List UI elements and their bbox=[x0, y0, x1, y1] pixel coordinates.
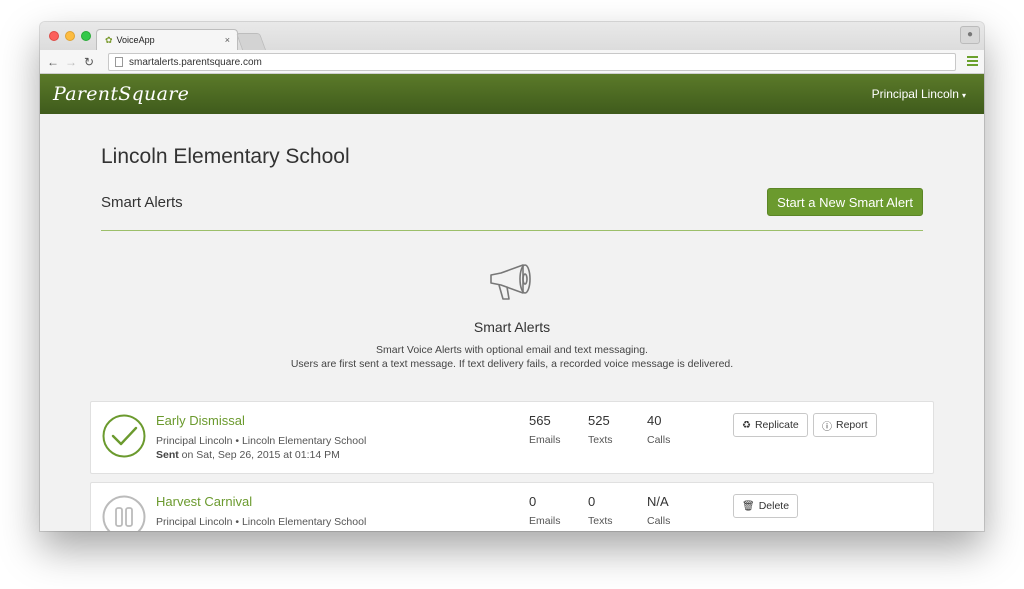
sent-label: Sent bbox=[156, 449, 179, 461]
start-new-smart-alert-button[interactable]: Start a New Smart Alert bbox=[767, 188, 923, 216]
tab-close-icon[interactable]: × bbox=[225, 35, 230, 45]
recycle-icon: ♻ bbox=[742, 419, 751, 431]
page-icon bbox=[115, 57, 123, 67]
reload-icon[interactable]: ↻ bbox=[80, 55, 98, 69]
minimize-window-icon[interactable] bbox=[65, 31, 75, 41]
window-controls bbox=[49, 31, 91, 41]
caret-down-icon: ▾ bbox=[961, 91, 966, 100]
new-tab-button[interactable] bbox=[235, 33, 267, 50]
texts-stat: 0 Texts bbox=[588, 494, 613, 527]
empty-state-description-2: Users are first sent a text message. If … bbox=[290, 358, 734, 370]
pause-circle-icon bbox=[102, 495, 146, 531]
texts-label: Texts bbox=[588, 434, 613, 446]
user-menu[interactable]: Principal Lincoln ▾ bbox=[872, 87, 966, 101]
replicate-label: Replicate bbox=[754, 419, 799, 431]
sent-date: on Sat, Sep 26, 2015 at 01:14 PM bbox=[178, 449, 340, 461]
section-title: Smart Alerts bbox=[101, 194, 183, 211]
favicon-icon: ✿ bbox=[105, 34, 113, 45]
alert-meta: Principal Lincoln • Lincoln Elementary S… bbox=[156, 435, 367, 447]
texts-count: 0 bbox=[588, 494, 596, 509]
browser-tab[interactable]: ✿ VoiceApp × bbox=[96, 29, 238, 50]
forward-icon[interactable]: → bbox=[62, 55, 80, 69]
emails-stat: 565 Emails bbox=[529, 413, 561, 446]
trash-icon: 🗑 bbox=[742, 500, 755, 512]
divider bbox=[101, 230, 923, 231]
main-content: Lincoln Elementary School Smart Alerts S… bbox=[40, 114, 984, 531]
tab-strip: ✿ VoiceApp × ● bbox=[40, 22, 984, 50]
empty-state-description: Smart Voice Alerts with optional email a… bbox=[376, 344, 648, 356]
calls-stat: 40 Calls bbox=[647, 413, 670, 446]
emails-label: Emails bbox=[529, 515, 561, 527]
alert-card: Early Dismissal Principal Lincoln • Linc… bbox=[90, 401, 934, 474]
texts-stat: 525 Texts bbox=[588, 413, 613, 446]
emails-count: 0 bbox=[529, 494, 537, 509]
page-title: Lincoln Elementary School bbox=[101, 145, 350, 168]
texts-count: 525 bbox=[588, 413, 610, 428]
user-name: Principal Lincoln bbox=[871, 87, 959, 101]
parentsquare-logo[interactable]: ParentSquare bbox=[53, 83, 189, 105]
info-icon: ⓘ bbox=[822, 421, 832, 433]
texts-label: Texts bbox=[588, 515, 613, 527]
calls-count: 40 bbox=[647, 413, 662, 428]
url-text: smartalerts.parentsquare.com bbox=[129, 56, 262, 68]
emails-stat: 0 Emails bbox=[529, 494, 561, 527]
report-button[interactable]: ⓘ Report bbox=[813, 413, 877, 437]
megaphone-icon bbox=[490, 264, 531, 300]
alert-meta: Principal Lincoln • Lincoln Elementary S… bbox=[156, 516, 367, 528]
check-circle-icon bbox=[102, 414, 146, 458]
delete-button[interactable]: 🗑 Delete bbox=[733, 494, 799, 518]
browser-window: ✿ VoiceApp × ● ← → ↻ smartalerts.parents… bbox=[40, 22, 984, 531]
calls-count: N/A bbox=[647, 494, 669, 509]
close-window-icon[interactable] bbox=[49, 31, 59, 41]
empty-state-title: Smart Alerts bbox=[473, 319, 551, 335]
browser-menu-icon[interactable] bbox=[967, 56, 978, 68]
alert-sent-status: Sent on Sat, Sep 26, 2015 at 01:14 PM bbox=[156, 449, 340, 461]
back-icon[interactable]: ← bbox=[44, 55, 62, 69]
calls-label: Calls bbox=[647, 515, 671, 527]
profile-icon[interactable]: ● bbox=[960, 26, 980, 44]
alert-name-link[interactable]: Early Dismissal bbox=[156, 413, 245, 428]
report-label: Report bbox=[836, 419, 868, 431]
alert-name-link[interactable]: Harvest Carnival bbox=[156, 494, 252, 509]
maximize-window-icon[interactable] bbox=[81, 31, 91, 41]
calls-label: Calls bbox=[647, 434, 671, 446]
replicate-button[interactable]: ♻ Replicate bbox=[733, 413, 808, 437]
browser-toolbar: ← → ↻ smartalerts.parentsquare.com bbox=[40, 50, 984, 74]
delete-label: Delete bbox=[758, 500, 790, 512]
emails-label: Emails bbox=[529, 434, 561, 446]
alert-card: Harvest Carnival Principal Lincoln • Lin… bbox=[90, 482, 934, 531]
app-header: ParentSquare Principal Lincoln ▾ bbox=[40, 74, 984, 114]
address-bar[interactable]: smartalerts.parentsquare.com bbox=[108, 53, 956, 71]
calls-stat: N/A Calls bbox=[647, 494, 670, 527]
emails-count: 565 bbox=[529, 413, 551, 428]
tab-title: VoiceApp bbox=[116, 35, 155, 45]
